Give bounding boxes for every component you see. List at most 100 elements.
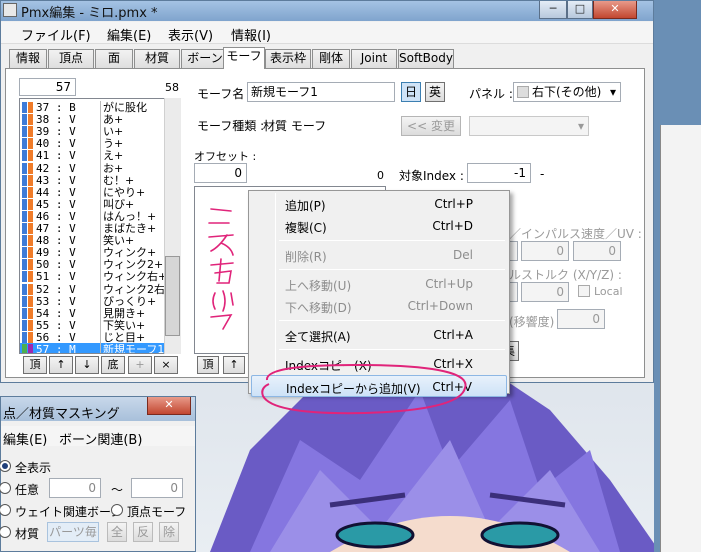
morph-index: 57 : M (36, 343, 76, 354)
weight-bone-label: ウェイト関連ボーン (15, 505, 123, 519)
morph-list-item[interactable]: 44 : V にやり+ (20, 185, 165, 199)
morph-list-item[interactable]: 57 : M 新規モーフ1 (20, 343, 165, 354)
morph-color-swatch (28, 174, 33, 186)
context-menu-item[interactable]: 複製(C) Ctrl+D (251, 215, 507, 237)
move-down-button[interactable]: ↓ (75, 356, 99, 374)
menu-file[interactable]: ファイル(F) (21, 25, 91, 44)
rate-input[interactable]: 0 (557, 309, 605, 329)
morph-list-item[interactable]: 51 : V ウィンク右+ (20, 270, 167, 284)
morph-list-item[interactable]: 55 : V 下笑い+ (20, 318, 165, 332)
morph-list-item[interactable]: 42 : V お+ (20, 161, 165, 175)
kind-select[interactable]: ▾ (469, 116, 589, 136)
tab-morph[interactable]: モーフ (223, 47, 265, 69)
morph-color-swatch (28, 307, 33, 319)
add-morph-button[interactable]: + (128, 356, 152, 374)
morph-list-item[interactable]: 53 : V びっくり+ (20, 294, 165, 308)
scrollbar-thumb[interactable] (165, 256, 180, 336)
tab-bone[interactable]: ボーン (181, 49, 229, 68)
app-icon (3, 3, 17, 17)
morph-list-item[interactable]: 40 : V う+ (20, 137, 165, 151)
context-menu-item[interactable]: 上へ移動(U) Ctrl+Up (251, 273, 507, 295)
any-to-input[interactable]: 0 (131, 478, 183, 498)
tab-display-frame[interactable]: 表示枠 (265, 49, 311, 68)
exclude-button[interactable]: 除 (159, 522, 179, 542)
jp-name-toggle[interactable]: 日 (401, 82, 421, 102)
morph-color-swatch (22, 283, 27, 295)
morph-list-item[interactable]: 39 : V い+ (20, 125, 165, 139)
morph-name-input[interactable]: 新規モーフ1 (247, 82, 395, 102)
morph-index-input[interactable]: 57 (19, 78, 76, 96)
move-bottom-button[interactable]: 底 (101, 356, 125, 374)
morph-list-item[interactable]: 47 : V まばたき+ (20, 222, 165, 235)
tab-bar: 情報 頂点 面 材質 ボーン モーフ 表示枠 剛体 Joint SoftBody (5, 47, 645, 69)
morph-name: にやり+ (100, 185, 145, 199)
morph-list-item[interactable]: 52 : V ウィンク2右+ (20, 282, 174, 296)
any-radio[interactable] (0, 482, 11, 494)
move-top-button[interactable]: 頂 (23, 356, 47, 374)
material-radio[interactable] (0, 526, 11, 538)
change-kind-button[interactable]: << 変更 (401, 116, 461, 136)
menu-view[interactable]: 表示(V) (168, 25, 213, 44)
mask-menu-bone[interactable]: ボーン関連(B) (59, 429, 142, 448)
tab-joint[interactable]: Joint (351, 49, 397, 68)
morph-list-item[interactable]: 56 : V じと目+ (20, 330, 165, 344)
move-up-button[interactable]: ↑ (49, 356, 73, 374)
morph-color-swatch (28, 198, 33, 210)
morph-list-item[interactable]: 54 : V 見開き+ (20, 306, 165, 320)
offset-top-button[interactable]: 頂 (197, 356, 219, 374)
context-menu-item[interactable]: 追加(P) Ctrl+P (251, 193, 507, 215)
morph-list-item[interactable]: 37 : B がに股化 (20, 101, 165, 114)
tab-vertex[interactable]: 頂点 (48, 49, 94, 68)
mask-close-button[interactable]: ✕ (147, 397, 191, 415)
menu-info[interactable]: 情報(I) (231, 25, 271, 44)
morph-index: 53 : V (36, 294, 76, 308)
mask-menu-edit[interactable]: 編集(E) (3, 429, 47, 448)
menu-separator (279, 320, 505, 321)
impulse-y-input[interactable]: 0 (521, 241, 569, 261)
tab-face[interactable]: 面 (95, 49, 133, 68)
highlight-ellipse-annotation (261, 363, 467, 415)
morph-index: 56 : V (36, 330, 76, 344)
offset-up-button[interactable]: ↑ (223, 356, 245, 374)
morph-list-item[interactable]: 49 : V ウィンク+ (20, 246, 165, 260)
morph-list-item[interactable]: 41 : V え+ (20, 149, 165, 163)
weight-bone-radio[interactable] (0, 504, 11, 516)
per-parts-button[interactable]: パーツ毎 (47, 522, 99, 542)
invert-button[interactable]: 反 (133, 522, 153, 542)
menu-item-shortcut: Ctrl+Down (407, 299, 473, 313)
context-menu-item[interactable]: 下へ移動(D) Ctrl+Down (251, 295, 507, 317)
any-from-input[interactable]: 0 (49, 478, 101, 498)
menu-edit[interactable]: 編集(E) (107, 25, 151, 44)
target-index-input[interactable]: -1 (467, 163, 531, 183)
maximize-button[interactable]: □ (567, 1, 593, 19)
morph-list[interactable]: 37 : B がに股化 38 : V あ+ 39 : V い+ 40 : V う+ 41 : V… (19, 98, 181, 354)
offset-start-input[interactable]: 0 (194, 163, 247, 183)
morph-list-item[interactable]: 46 : V はんっ！+ (20, 209, 165, 223)
torque-y-input[interactable]: 0 (521, 282, 569, 302)
tab-softbody[interactable]: SoftBody (398, 49, 454, 68)
context-menu-item[interactable]: 削除(R) Del (251, 244, 507, 266)
morph-list-item[interactable]: 48 : V 笑い+ (20, 234, 165, 248)
title-bar[interactable]: Pmx編集 - ミロ.pmx * ─ □ ✕ (1, 1, 653, 21)
panel-select-value: 右下(その他) (532, 85, 602, 99)
tab-material[interactable]: 材質 (134, 49, 180, 68)
tab-rigid-body[interactable]: 剛体 (312, 49, 350, 68)
morph-list-item[interactable]: 43 : V む！+ (20, 173, 165, 187)
show-all-radio[interactable] (0, 460, 11, 472)
morph-list-item[interactable]: 45 : V 叫び+ (20, 197, 165, 211)
morph-color-swatch (28, 295, 33, 307)
impulse-z-input[interactable]: 0 (573, 241, 621, 261)
minimize-button[interactable]: ─ (539, 1, 567, 19)
morph-list-item[interactable]: 38 : V あ+ (20, 113, 165, 127)
vertex-morph-radio[interactable] (111, 504, 123, 516)
close-button[interactable]: ✕ (593, 1, 637, 19)
en-name-toggle[interactable]: 英 (425, 82, 445, 102)
panel-select[interactable]: 右下(その他) ▾ (513, 82, 621, 102)
select-all-button[interactable]: 全 (107, 522, 127, 542)
context-menu-item[interactable]: 全て選択(A) Ctrl+A (251, 324, 507, 346)
tab-info[interactable]: 情報 (9, 49, 47, 68)
torque-label: ルストルク (X/Y/Z) : (509, 268, 622, 282)
mask-window-titlebar[interactable]: 点／材質マスキング ✕ (1, 397, 195, 422)
local-checkbox[interactable] (578, 285, 590, 297)
delete-morph-button[interactable]: × (154, 356, 178, 374)
